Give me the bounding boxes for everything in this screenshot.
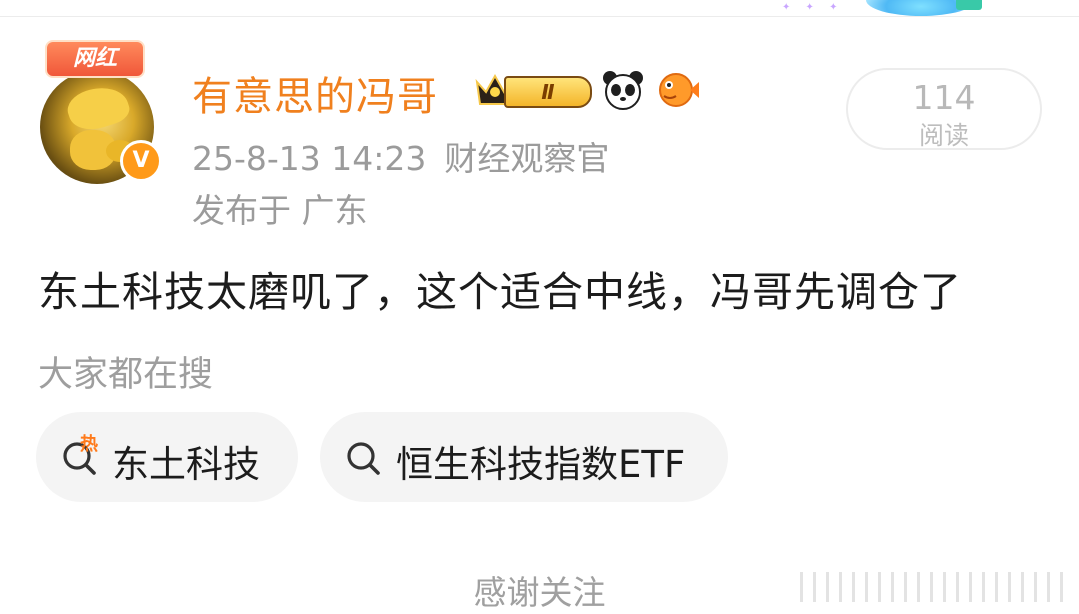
sparkle-decoration: ✦ ✦ ✦ bbox=[782, 2, 844, 13]
member-level-badge[interactable]: Ⅱ bbox=[474, 68, 592, 110]
level-label: Ⅱ bbox=[504, 76, 592, 108]
panda-icon[interactable] bbox=[602, 70, 644, 110]
watermark-decoration bbox=[800, 572, 1070, 602]
top-decoration: ✦ ✦ ✦ bbox=[770, 0, 1000, 20]
avatar-horse-figure bbox=[63, 79, 133, 137]
post-location: 发布于 广东 bbox=[192, 191, 368, 230]
post-body-text: 东土科技太磨叽了，这个适合中线，冯哥先调仓了 bbox=[38, 268, 962, 316]
avatar-area[interactable]: 网红 V bbox=[38, 40, 162, 184]
search-chip-1[interactable]: 热 东土科技 bbox=[36, 412, 298, 502]
search-chip-2[interactable]: 恒生科技指数ETF bbox=[320, 412, 728, 502]
author-title-tag[interactable]: 财经观察官 bbox=[444, 139, 609, 178]
verified-icon: V bbox=[120, 140, 162, 182]
search-chip-label: 东土科技 bbox=[112, 443, 260, 486]
read-count: 114 bbox=[912, 78, 976, 117]
read-count-badge: 114 阅读 bbox=[846, 68, 1042, 150]
post-meta: 25-8-13 14:23 财经观察官 bbox=[192, 132, 609, 180]
pufferfish-icon[interactable] bbox=[654, 70, 700, 110]
post-timestamp: 25-8-13 14:23 bbox=[192, 139, 427, 178]
read-label: 阅读 bbox=[918, 121, 969, 150]
trending-search-title: 大家都在搜 bbox=[38, 355, 214, 395]
footer-thanks: 感谢关注 bbox=[473, 573, 606, 612]
hot-mark: 热 bbox=[80, 434, 98, 455]
cube-decoration bbox=[956, 0, 982, 10]
search-icon bbox=[347, 442, 380, 475]
search-chip-label: 恒生科技指数ETF bbox=[396, 443, 686, 486]
influencer-badge: 网红 bbox=[45, 40, 145, 78]
username[interactable]: 有意思的冯哥 bbox=[192, 64, 438, 122]
